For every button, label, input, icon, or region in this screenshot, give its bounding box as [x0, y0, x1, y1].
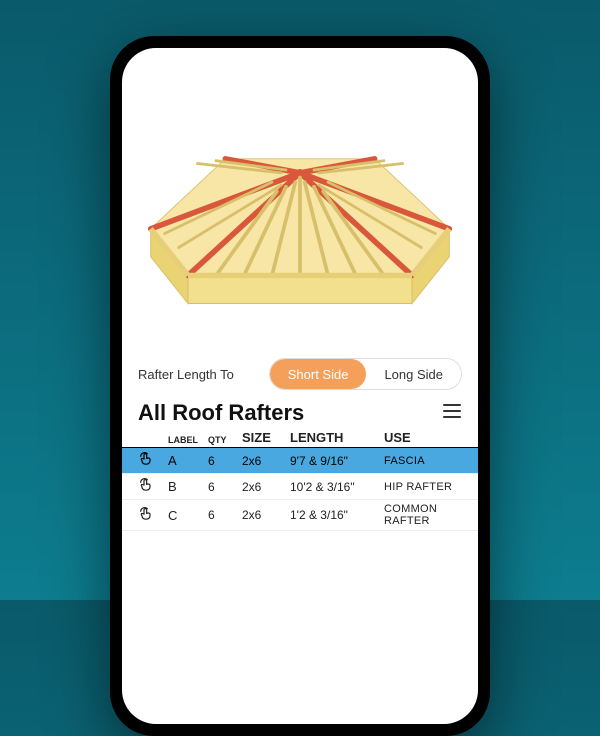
row-size: 2x6 [242, 480, 286, 494]
row-use: FASCIA [384, 455, 462, 467]
tap-icon [138, 506, 164, 525]
hamburger-icon [442, 403, 462, 419]
long-side-button[interactable]: Long Side [366, 359, 461, 389]
section-header: All Roof Rafters [122, 396, 478, 428]
row-use: COMMON RAFTER [384, 503, 462, 527]
table-row[interactable]: B6 2x6 10'2 & 3/16" HIP RAFTER [122, 474, 478, 500]
row-qty: 6 [208, 480, 238, 494]
row-size: 2x6 [242, 508, 286, 522]
col-use: USE [384, 430, 462, 445]
roof-diagram[interactable] [122, 48, 478, 348]
col-qty: QTY [208, 435, 238, 445]
row-label: C [168, 508, 204, 523]
row-qty: 6 [208, 454, 238, 468]
col-label: LABEL [168, 435, 204, 445]
table-body: A62x69'7 & 9/16"FASCIAB62x610'2 & 3/16"H… [122, 448, 478, 531]
row-qty: 6 [208, 508, 238, 522]
row-label: A [168, 453, 204, 468]
table-row[interactable]: C6 2x6 1'2 & 3/16" COMMON RAFTER [122, 500, 478, 531]
app-screen: Rafter Length To Short Side Long Side Al… [122, 48, 478, 724]
table-header: LABEL QTY SIZE LENGTH USE [122, 428, 478, 448]
row-size: 2x6 [242, 454, 286, 468]
tap-icon [138, 477, 164, 496]
side-segmented-control: Short Side Long Side [269, 358, 462, 390]
hexagon-roof-illustration [132, 68, 468, 343]
rafter-length-control-row: Rafter Length To Short Side Long Side [122, 348, 478, 396]
table-row[interactable]: A6 2x6 9'7 & 9/16" FASCIA [122, 448, 478, 474]
rafter-length-label: Rafter Length To [138, 367, 234, 382]
row-use: HIP RAFTER [384, 481, 462, 493]
row-length: 10'2 & 3/16" [290, 480, 380, 494]
menu-icon[interactable] [442, 402, 462, 425]
row-length: 9'7 & 9/16" [290, 454, 380, 468]
col-length: LENGTH [290, 430, 380, 445]
row-length: 1'2 & 3/16" [290, 508, 380, 522]
phone-frame: Rafter Length To Short Side Long Side Al… [110, 36, 490, 736]
short-side-button[interactable]: Short Side [270, 359, 367, 389]
row-label: B [168, 479, 204, 494]
tap-icon [138, 451, 164, 470]
col-size: SIZE [242, 430, 286, 445]
section-title: All Roof Rafters [138, 400, 304, 426]
